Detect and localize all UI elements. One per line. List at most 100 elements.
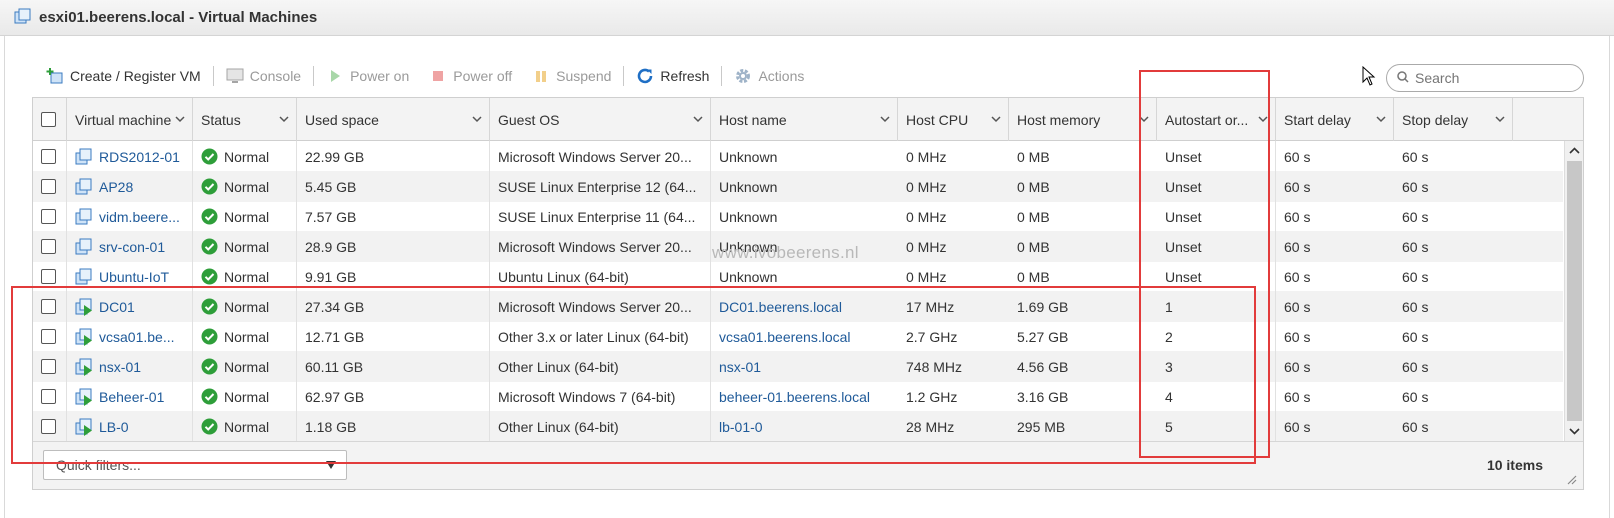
search-box[interactable] <box>1386 64 1584 92</box>
cell-autostart: 2 <box>1157 321 1276 352</box>
chevron-down-icon <box>880 116 890 123</box>
row-checkbox[interactable] <box>41 299 56 314</box>
table-row[interactable]: vidm.beere... Normal 7.57 GB SUSE Linux Ent… <box>33 201 1563 232</box>
column-header-autostart-order[interactable]: Autostart or... <box>1157 98 1276 141</box>
select-all-checkbox[interactable] <box>41 112 56 127</box>
row-checkbox[interactable] <box>41 149 56 164</box>
start-text: 60 s <box>1284 148 1311 165</box>
cell-name[interactable]: nsx-01 <box>67 351 193 382</box>
used-text: 7.57 GB <box>305 208 357 225</box>
mem-text: 4.56 GB <box>1017 358 1069 375</box>
refresh-button[interactable]: Refresh <box>626 63 719 89</box>
table-row[interactable]: nsx-01 Normal 60.11 GB Other Linux (64-bit)… <box>33 351 1563 382</box>
cell-host[interactable]: nsx-01 <box>711 351 898 382</box>
cell-stop: 60 s <box>1394 321 1513 352</box>
cell-name[interactable]: srv-con-01 <box>67 231 193 262</box>
row-select-cell <box>33 201 67 232</box>
stop-text: 60 s <box>1402 358 1429 375</box>
cpu-text: 0 MHz <box>906 178 947 195</box>
table-row[interactable]: RDS2012-01 Normal 22.99 GB Microsoft Window… <box>33 141 1563 172</box>
search-input[interactable] <box>1413 69 1573 87</box>
table-row[interactable]: srv-con-01 Normal 28.9 GB Microsoft Windows… <box>33 231 1563 262</box>
cell-name[interactable]: AP28 <box>67 171 193 202</box>
cell-name[interactable]: DC01 <box>67 291 193 322</box>
cell-host[interactable]: beheer-01.beerens.local <box>711 381 898 412</box>
name-text: srv-con-01 <box>99 238 166 255</box>
power-on-button[interactable]: Power on <box>316 63 419 89</box>
column-header-stop-delay[interactable]: Stop delay <box>1394 98 1513 141</box>
chevron-down-icon <box>991 116 1001 123</box>
suspend-button[interactable]: Suspend <box>522 63 621 89</box>
column-header-guest-os[interactable]: Guest OS <box>490 98 711 141</box>
row-checkbox[interactable] <box>41 419 56 434</box>
window-title: esxi01.beerens.local - Virtual Machines <box>39 9 318 26</box>
row-checkbox[interactable] <box>41 179 56 194</box>
name-text: AP28 <box>99 178 134 195</box>
row-select-cell <box>33 291 67 322</box>
chevron-up-icon[interactable] <box>1568 144 1581 157</box>
cpu-text: 748 MHz <box>906 358 963 375</box>
column-header-used-space[interactable]: Used space <box>297 98 490 141</box>
cell-name[interactable]: Beheer-01 <box>67 381 193 412</box>
used-text: 1.18 GB <box>305 418 357 435</box>
cell-cpu: 28 MHz <box>898 411 1009 442</box>
console-label: Console <box>249 68 302 84</box>
table-row[interactable]: AP28 Normal 5.45 GB SUSE Linux Enterprise 1… <box>33 171 1563 202</box>
cell-start: 60 s <box>1276 201 1394 232</box>
cpu-text: 2.7 GHz <box>906 328 958 345</box>
table-row[interactable]: Beheer-01 Normal 62.97 GB Microsoft Windows… <box>33 381 1563 412</box>
row-checkbox[interactable] <box>41 359 56 374</box>
cell-used: 1.18 GB <box>297 411 490 442</box>
cell-name[interactable]: Ubuntu-IoT <box>67 261 193 292</box>
column-header-virtual-machine[interactable]: Virtual machine <box>67 98 193 141</box>
check-circle-icon <box>201 178 218 195</box>
quick-filters-dropdown[interactable]: Quick filters... <box>43 450 347 480</box>
cell-name[interactable]: RDS2012-01 <box>67 141 193 172</box>
row-checkbox[interactable] <box>41 269 56 284</box>
row-checkbox[interactable] <box>41 239 56 254</box>
cell-cpu: 0 MHz <box>898 141 1009 172</box>
row-checkbox[interactable] <box>41 389 56 404</box>
cell-status: Normal <box>193 381 297 412</box>
cell-name[interactable]: vidm.beere... <box>67 201 193 232</box>
cell-host[interactable]: lb-01-0 <box>711 411 898 442</box>
status-text: Normal <box>224 238 270 255</box>
cell-host: Unknown <box>711 201 898 232</box>
actions-button[interactable]: Actions <box>724 63 814 89</box>
column-header-status[interactable]: Status <box>193 98 297 141</box>
column-label: Autostart or... <box>1165 111 1249 128</box>
cell-host[interactable]: vcsa01.beerens.local <box>711 321 898 352</box>
column-header-start-delay[interactable]: Start delay <box>1276 98 1394 141</box>
row-checkbox[interactable] <box>41 209 56 224</box>
autostart-text: Unset <box>1165 238 1202 255</box>
column-header-host-cpu[interactable]: Host CPU <box>898 98 1009 141</box>
table-row[interactable]: DC01 Normal 27.34 GB Microsoft Windows Serv… <box>33 291 1563 322</box>
row-select-cell <box>33 381 67 412</box>
cell-name[interactable]: vcsa01.be... <box>67 321 193 352</box>
resize-grip-icon[interactable] <box>1565 473 1577 485</box>
create-register-vm-button[interactable]: Create / Register VM <box>36 63 211 89</box>
refresh-icon <box>636 67 654 85</box>
cell-autostart: 5 <box>1157 411 1276 442</box>
column-header-host-name[interactable]: Host name <box>711 98 898 141</box>
cell-name[interactable]: LB-0 <box>67 411 193 442</box>
table-row[interactable]: vcsa01.be... Normal 12.71 GB Other 3.x or l… <box>33 321 1563 352</box>
table-row[interactable]: Ubuntu-IoT Normal 9.91 GB Ubuntu Linux (64-… <box>33 261 1563 292</box>
vertical-scrollbar[interactable] <box>1564 141 1583 441</box>
console-button[interactable]: Console <box>216 63 311 89</box>
chevron-down-icon[interactable] <box>1568 425 1581 438</box>
scrollbar-thumb[interactable] <box>1567 161 1582 421</box>
cell-host[interactable]: DC01.beerens.local <box>711 291 898 322</box>
cell-stop: 60 s <box>1394 261 1513 292</box>
cpu-text: 0 MHz <box>906 148 947 165</box>
cell-mem: 1.69 GB <box>1009 291 1157 322</box>
table-footer: Quick filters... 10 items <box>33 441 1583 489</box>
power-off-button[interactable]: Power off <box>419 63 522 89</box>
cell-autostart: Unset <box>1157 261 1276 292</box>
autostart-text: Unset <box>1165 178 1202 195</box>
cell-status: Normal <box>193 411 297 442</box>
row-checkbox[interactable] <box>41 329 56 344</box>
column-header-host-memory[interactable]: Host memory <box>1009 98 1157 141</box>
table-row[interactable]: LB-0 Normal 1.18 GB Other Linux (64-bit) lb-… <box>33 411 1563 442</box>
autostart-text: 1 <box>1165 298 1173 315</box>
